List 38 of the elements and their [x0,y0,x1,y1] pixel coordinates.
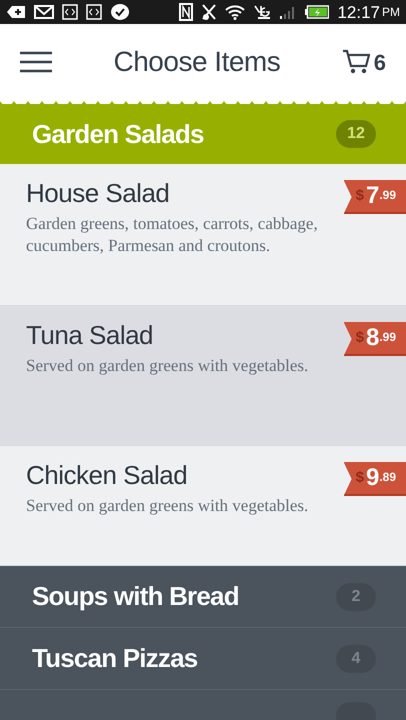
item-description: Garden greens, tomatoes, carrots, cabbage, cucumbers, Parmesan and croutons. [26,213,319,258]
tag-plus-icon [6,5,26,19]
price-dollars: 7 [366,181,380,211]
page-title: Choose Items [112,45,282,79]
wifi-icon [225,4,246,20]
item-count: 4 [336,644,376,672]
battery-icon [305,5,330,19]
category-title: Tuscan Pizzas [32,642,198,675]
item-description: Served on garden greens with vegetables. [26,355,310,378]
item-name: Tuna Salad [26,320,154,352]
item-count: 12 [336,120,376,148]
item-name: House Salad [26,178,170,210]
category-title: Soups with Bread [32,580,239,613]
status-meridiem: PM [382,4,400,21]
category-row[interactable]: Soups with Bread 2 [0,566,406,628]
cart-count: 6 [374,48,386,76]
status-time: 12:17 [337,4,380,20]
price-cents: .89 [379,469,396,486]
nfc-icon [179,3,194,21]
check-bubble-icon [110,3,130,21]
category-row[interactable]: Tuscan Pizzas 4 [0,628,406,690]
price-cents: .99 [379,187,396,204]
menu-icon[interactable] [20,51,52,73]
item-description: Served on garden greens with vegetables. [26,495,310,518]
price-cents: .99 [379,329,396,346]
muted-note-icon [201,3,218,21]
currency-sign: $ [356,468,364,488]
category-title: Garden Salads [32,118,204,150]
price-dollars: 9 [366,463,380,493]
item-name: Chicken Salad [26,460,188,492]
cart-icon[interactable] [342,49,370,75]
mail-icon [34,5,54,19]
price-dollars: 8 [366,323,380,353]
code-icon [86,4,102,20]
currency-sign: $ [356,186,364,206]
currency-sign: $ [356,328,364,348]
item-count: 2 [336,582,376,610]
code-icon [62,4,78,20]
